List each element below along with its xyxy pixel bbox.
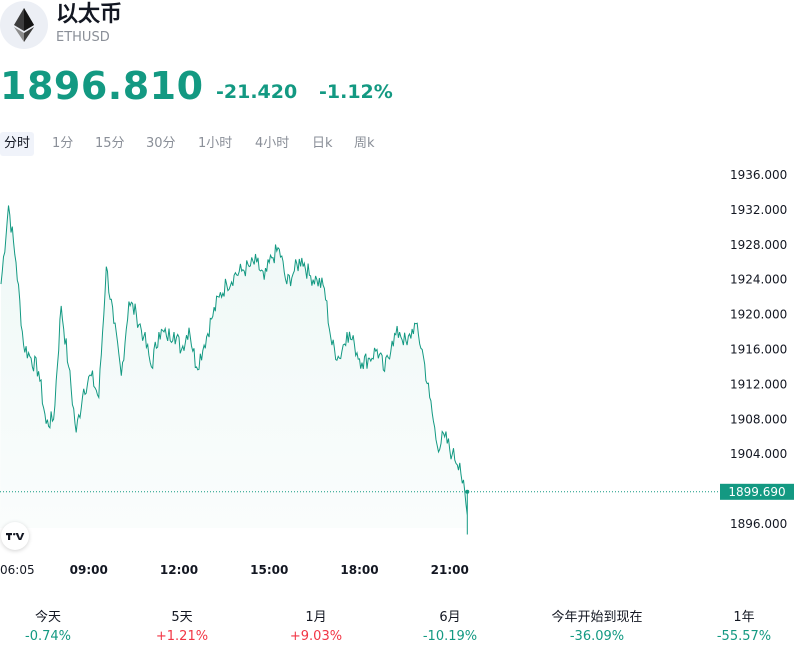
perf-label: 6月 bbox=[439, 610, 461, 625]
perf-label: 5天 bbox=[171, 610, 193, 625]
y-axis-tick-label: 1924.000 bbox=[730, 273, 787, 287]
perf-value: -0.74% bbox=[25, 629, 71, 644]
interval-tabs: 分时 1分 15分 30分 1小时 4小时 日k 周k bbox=[0, 132, 800, 156]
header: 以太币 ETHUSD bbox=[0, 0, 800, 50]
tab-4hour[interactable]: 4小时 bbox=[255, 132, 289, 156]
x-axis-tick-label: 15:00 bbox=[250, 563, 288, 577]
y-axis-tick-label: 1896.000 bbox=[730, 517, 787, 531]
x-axis-tick-label: 06:05 bbox=[0, 563, 35, 577]
x-axis-tick-label: 09:00 bbox=[70, 563, 108, 577]
price-chart[interactable]: 1936.000 1932.000 1928.000 1924.000 1920.000… bbox=[0, 160, 800, 585]
ethereum-icon bbox=[14, 8, 34, 42]
asset-name: 以太币 bbox=[56, 2, 123, 27]
tab-30min[interactable]: 30分 bbox=[146, 132, 176, 156]
last-price: 1896.810 bbox=[0, 64, 204, 108]
price-summary: 1896.810 -21.420 -1.12% bbox=[0, 64, 800, 110]
y-axis-tick-label: 1920.000 bbox=[730, 308, 787, 322]
tab-1min[interactable]: 1分 bbox=[52, 132, 73, 156]
tradingview-badge[interactable] bbox=[1, 522, 29, 550]
y-axis-tick-label: 1912.000 bbox=[730, 377, 787, 391]
perf-value: +1.21% bbox=[155, 629, 209, 644]
asset-logo bbox=[0, 1, 48, 49]
perf-label: 1月 bbox=[305, 610, 327, 625]
perf-ytd[interactable]: 今年开始到现在 -36.09% bbox=[522, 608, 672, 646]
tab-weekly[interactable]: 周k bbox=[354, 132, 375, 156]
perf-6month[interactable]: 6月 -10.19% bbox=[375, 608, 525, 646]
perf-value: -10.19% bbox=[422, 629, 478, 644]
tab-intraday[interactable]: 分时 bbox=[0, 132, 35, 156]
x-axis-tick-label: 12:00 bbox=[160, 563, 198, 577]
y-axis-tick-label: 1932.000 bbox=[730, 203, 787, 217]
perf-5day[interactable]: 5天 +1.21% bbox=[107, 608, 257, 646]
y-axis-tick-label: 1936.000 bbox=[730, 168, 787, 182]
perf-value: -55.57% bbox=[716, 629, 772, 644]
perf-1month[interactable]: 1月 +9.03% bbox=[241, 608, 391, 646]
perf-label: 1年 bbox=[733, 610, 755, 625]
last-price-dot bbox=[465, 489, 470, 494]
asset-symbol: ETHUSD bbox=[56, 30, 110, 45]
price-chart-svg[interactable]: 1936.000 1932.000 1928.000 1924.000 1920.000… bbox=[0, 160, 800, 585]
tab-15min[interactable]: 15分 bbox=[95, 132, 125, 156]
tradingview-logo-icon bbox=[6, 533, 25, 540]
y-axis-tick-label: 1916.000 bbox=[730, 343, 787, 357]
x-axis-tick-label: 18:00 bbox=[340, 563, 378, 577]
last-price-label: 1899.690 bbox=[728, 485, 785, 499]
tab-1hour[interactable]: 1小时 bbox=[198, 132, 232, 156]
y-axis-tick-label: 1908.000 bbox=[730, 412, 787, 426]
y-axis-tick-label: 1928.000 bbox=[730, 238, 787, 252]
price-change-percent: -1.12% bbox=[319, 81, 393, 103]
perf-label: 今天 bbox=[34, 610, 61, 625]
price-change: -21.420 bbox=[216, 81, 298, 103]
perf-value: +9.03% bbox=[289, 629, 343, 644]
perf-value: -36.09% bbox=[569, 629, 625, 644]
y-axis-tick-label: 1904.000 bbox=[730, 447, 787, 461]
tab-daily[interactable]: 日k bbox=[312, 132, 333, 156]
perf-1year[interactable]: 1年 -55.57% bbox=[669, 608, 800, 646]
x-axis-tick-label: 21:00 bbox=[431, 563, 469, 577]
performance-summary: 今天 -0.74% 5天 +1.21% 1月 +9.03% 6月 -10.19%… bbox=[0, 608, 800, 650]
perf-label: 今年开始到现在 bbox=[551, 610, 643, 625]
perf-today[interactable]: 今天 -0.74% bbox=[0, 608, 123, 646]
